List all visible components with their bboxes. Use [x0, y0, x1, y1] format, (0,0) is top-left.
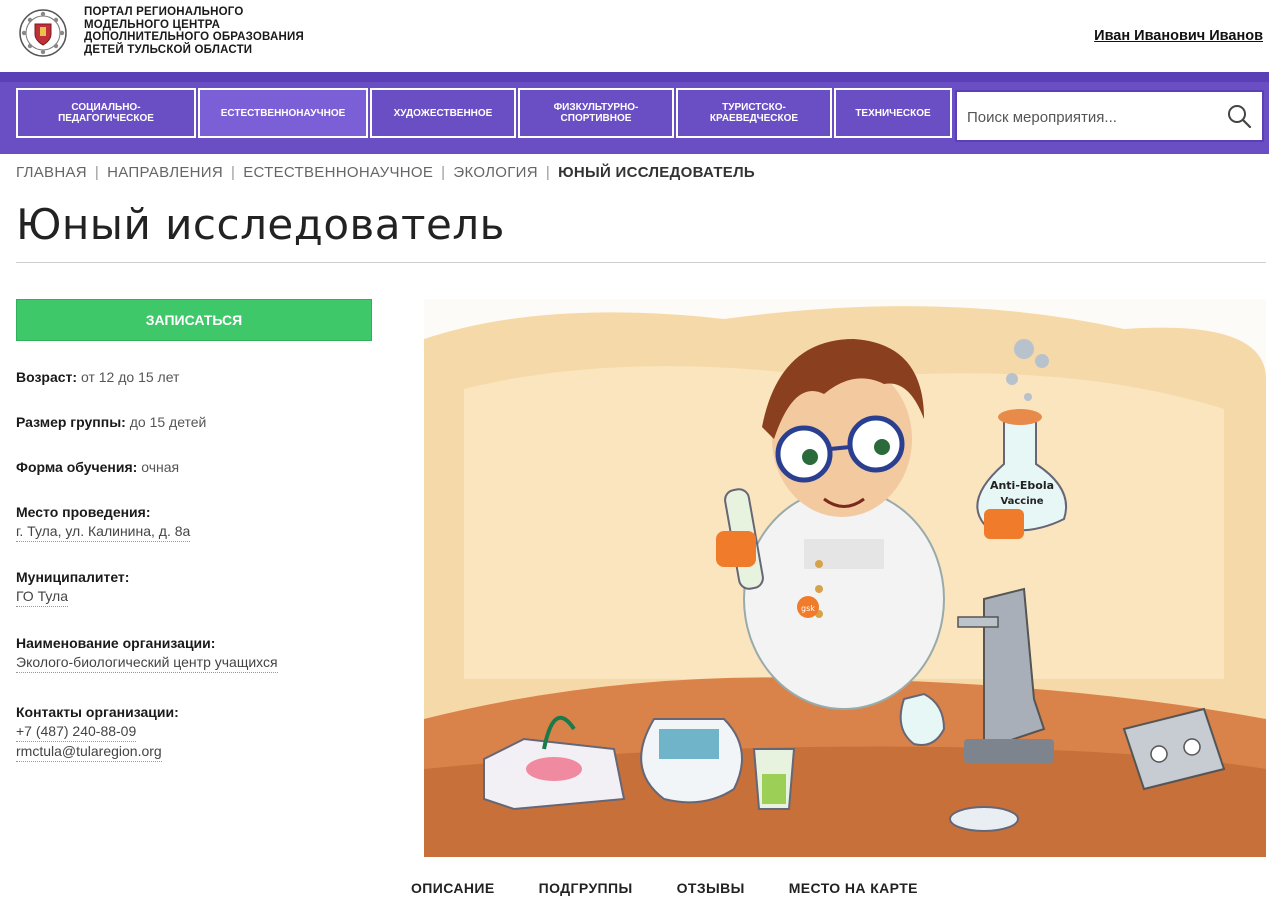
nav-top-bar	[0, 72, 1269, 82]
location-link[interactable]: г. Тула, ул. Калинина, д. 8а	[16, 522, 191, 542]
breadcrumb-directions[interactable]: НАПРАВЛЕНИЯ	[107, 164, 223, 181]
scientist-illustration: gsk Anti-Ebola Vaccine	[424, 299, 1266, 857]
event-tabs: ОПИСАНИЕ ПОДГРУППЫ ОТЗЫВЫ МЕСТО НА КАРТЕ	[411, 880, 918, 896]
page-title: Юный исследователь	[16, 200, 505, 249]
nav-item-label: ТЕХНИЧЕСКОЕ	[855, 107, 931, 119]
breadcrumb: ГЛАВНАЯ | НАПРАВЛЕНИЯ | ЕСТЕСТВЕННОНАУЧНОЕ | Э…	[16, 164, 755, 181]
tab-description[interactable]: ОПИСАНИЕ	[411, 880, 495, 896]
info-label: Место проведения:	[16, 504, 151, 520]
nav-item-technical[interactable]: ТЕХНИЧЕСКОЕ	[834, 88, 952, 138]
organization-link[interactable]: Эколого-биологический центр учащихся	[16, 653, 278, 673]
municipality-link[interactable]: ГО Тула	[16, 587, 68, 607]
portal-title-line: МОДЕЛЬНОГО ЦЕНТРА	[84, 18, 221, 31]
info-value: от 12 до 15 лет	[80, 369, 180, 385]
nav-item-label: ТУРИСТСКО- КРАЕВЕДЧЕСКОЕ	[709, 102, 799, 124]
info-contacts: Контакты организации: +7 (487) 240-88-09…	[16, 703, 396, 762]
info-group-size: Размер группы: до 15 детей	[16, 413, 396, 432]
info-municipality: Муниципалитет: ГО Тула	[16, 568, 396, 607]
search-icon[interactable]	[1226, 103, 1252, 129]
tab-subgroups[interactable]: ПОДГРУППЫ	[539, 880, 633, 896]
breadcrumb-home[interactable]: ГЛАВНАЯ	[16, 164, 87, 181]
phone-link[interactable]: +7 (487) 240-88-09	[16, 722, 137, 742]
portal-title[interactable]: ПОРТАЛ РЕГИОНАЛЬНОГО МОДЕЛЬНОГО ЦЕНТРА Д…	[84, 6, 364, 56]
info-label: Наименование организации:	[16, 635, 216, 651]
breadcrumb-separator: |	[231, 164, 236, 181]
breadcrumb-current: ЮНЫЙ ИССЛЕДОВАТЕЛЬ	[558, 164, 756, 181]
breadcrumb-separator: |	[441, 164, 446, 181]
info-age: Возраст: от 12 до 15 лет	[16, 368, 396, 387]
nav-item-sports[interactable]: ФИЗКУЛЬТУРНО- СПОРТИВНОЕ	[518, 88, 674, 138]
title-divider	[16, 262, 1266, 263]
portal-title-line: ПОРТАЛ РЕГИОНАЛЬНОГО	[84, 6, 244, 18]
info-study-form: Форма обучения: очная	[16, 458, 396, 477]
event-illustration: gsk Anti-Ebola Vaccine	[424, 299, 1266, 857]
info-label: Возраст:	[16, 369, 78, 385]
info-value: очная	[141, 459, 180, 475]
nav-item-label: ХУДОЖЕСТВЕННОЕ	[393, 107, 493, 119]
info-label: Размер группы:	[16, 414, 126, 430]
tab-map-location[interactable]: МЕСТО НА КАРТЕ	[789, 880, 918, 896]
flask-label-line: Vaccine	[1000, 496, 1043, 507]
info-value: до 15 детей	[129, 414, 207, 430]
search-input[interactable]	[965, 104, 1209, 130]
coat-logo: gsk	[801, 604, 815, 613]
event-search	[955, 90, 1264, 142]
breadcrumb-separator: |	[94, 164, 100, 181]
enroll-button[interactable]: ЗАПИСАТЬСЯ	[16, 299, 372, 341]
nav-item-label: ЕСТЕСТВЕННОНАУЧНОЕ	[220, 107, 346, 119]
nav-item-social-pedagogical[interactable]: СОЦИАЛЬНО- ПЕДАГОГИЧЕСКОЕ	[16, 88, 196, 138]
info-label: Контакты организации:	[16, 704, 179, 720]
user-profile-link[interactable]: Иван Иванович Иванов	[1094, 28, 1263, 44]
portal-logo-icon[interactable]	[18, 8, 68, 58]
breadcrumb-separator: |	[545, 164, 551, 181]
nav-item-label: ФИЗКУЛЬТУРНО- СПОРТИВНОЕ	[553, 102, 639, 124]
nav-item-label: СОЦИАЛЬНО- ПЕДАГОГИЧЕСКОЕ	[58, 102, 154, 124]
email-link[interactable]: rmctula@tularegion.org	[16, 742, 162, 762]
breadcrumb-natural-science[interactable]: ЕСТЕСТВЕННОНАУЧНОЕ	[243, 164, 433, 181]
breadcrumb-ecology[interactable]: ЭКОЛОГИЯ	[453, 164, 538, 181]
nav-item-artistic[interactable]: ХУДОЖЕСТВЕННОЕ	[370, 88, 516, 138]
tab-reviews[interactable]: ОТЗЫВЫ	[677, 880, 745, 896]
info-location: Место проведения: г. Тула, ул. Калинина,…	[16, 503, 396, 542]
info-label: Форма обучения:	[16, 459, 138, 475]
info-label: Муниципалитет:	[16, 569, 130, 585]
flask-label-line: Anti-Ebola	[990, 479, 1054, 492]
nav-item-tourism[interactable]: ТУРИСТСКО- КРАЕВЕДЧЕСКОЕ	[676, 88, 832, 138]
portal-title-line: ДОПОЛНИТЕЛЬНОГО ОБРАЗОВАНИЯ	[84, 31, 304, 43]
info-organization: Наименование организации: Эколого-биолог…	[16, 634, 396, 673]
site-header: ПОРТАЛ РЕГИОНАЛЬНОГО МОДЕЛЬНОГО ЦЕНТРА Д…	[0, 0, 1269, 72]
portal-title-line: ДЕТЕЙ ТУЛЬСКОЙ ОБЛАСТИ	[84, 43, 253, 56]
nav-item-natural-science[interactable]: ЕСТЕСТВЕННОНАУЧНОЕ	[198, 88, 368, 138]
